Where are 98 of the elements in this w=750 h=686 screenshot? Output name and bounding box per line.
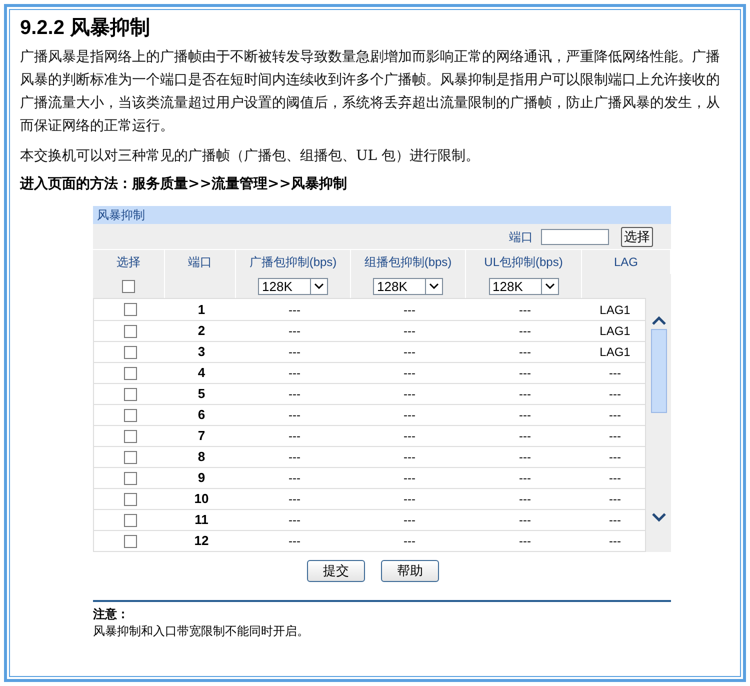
port-number: 4 <box>198 364 206 382</box>
rate-dropdown[interactable]: 128K <box>258 278 328 294</box>
checkbox[interactable] <box>124 492 136 506</box>
table-cell-text: --- <box>609 512 621 529</box>
port-label: 端口 <box>509 228 533 246</box>
table-cell-text: --- <box>519 344 531 361</box>
port-number: 11 <box>194 511 208 530</box>
table-cell-text: --- <box>519 407 531 424</box>
checkbox[interactable] <box>124 366 136 380</box>
column-header: 端口 <box>188 254 212 271</box>
select-button[interactable]: 选择 <box>621 226 653 246</box>
scroll-down-icon[interactable] <box>652 513 666 522</box>
table-cell-text: --- <box>288 491 300 508</box>
table-cell-text: --- <box>288 533 300 550</box>
table-cell-text: --- <box>288 470 300 487</box>
table-cell-text: --- <box>609 428 621 445</box>
table-cell-text: --- <box>288 428 300 445</box>
table-cell-text: --- <box>609 407 621 424</box>
port-number: 6 <box>198 406 206 424</box>
table-cell-text: --- <box>609 533 621 550</box>
table-cell-text: --- <box>519 428 531 445</box>
checkbox[interactable] <box>124 324 136 338</box>
table-cell-text: --- <box>609 365 621 382</box>
checkbox[interactable] <box>124 388 136 400</box>
section-heading: 9.2.2 风暴抑制 <box>20 16 152 41</box>
column-header: 广播包抑制(bps) <box>249 254 337 271</box>
table-cell-text: --- <box>519 470 531 487</box>
table-cell-text: --- <box>288 449 300 466</box>
table-cell-text: --- <box>404 323 416 340</box>
table-cell-text: --- <box>404 449 416 466</box>
table-cell-text: --- <box>404 512 416 529</box>
port-number: 3 <box>198 343 206 362</box>
checkbox[interactable] <box>124 534 136 548</box>
table-cell-text: --- <box>288 323 300 340</box>
navigation-path: 进入页面的方法：服务质量>>流量管理>>风暴抑制 <box>20 174 348 194</box>
table-cell-text: --- <box>288 365 300 382</box>
table-cell-text: --- <box>404 491 416 508</box>
table-cell-text: --- <box>404 428 416 445</box>
table-cell-text: --- <box>609 386 621 403</box>
table-cell-text: --- <box>404 533 416 550</box>
column-header: 选择 <box>116 254 140 271</box>
table-cell-text: --- <box>404 365 416 382</box>
table-cell-text: --- <box>609 470 621 487</box>
table-cell-text: LAG1 <box>600 344 630 361</box>
scrollbar-thumb[interactable] <box>650 329 666 413</box>
submit-button[interactable]: 提交 <box>307 560 365 582</box>
scrollbar[interactable] <box>646 298 671 552</box>
table-cell-text: --- <box>288 407 300 424</box>
table-cell-text: --- <box>519 302 531 318</box>
table-cell-text: --- <box>519 323 531 340</box>
table-cell-text: --- <box>609 449 621 466</box>
table-cell-text: LAG1 <box>600 302 630 318</box>
port-number: 1 <box>198 300 206 319</box>
column-header: UL包抑制(bps) <box>484 254 563 271</box>
table-cell-text: --- <box>404 302 416 318</box>
rate-dropdown[interactable]: 128K <box>488 278 558 294</box>
panel-title-bar: 风暴抑制 <box>93 206 671 224</box>
table-cell-text: --- <box>519 491 531 508</box>
table-cell-text: --- <box>288 512 300 529</box>
checkbox[interactable] <box>124 450 136 464</box>
port-number: 5 <box>198 385 206 404</box>
checkbox[interactable] <box>124 346 136 358</box>
note-title: 注意： <box>93 606 130 622</box>
table-cell-text: --- <box>519 449 531 466</box>
table-cell-text: --- <box>288 344 300 361</box>
table-cell-text: --- <box>609 491 621 508</box>
table-cell-text: LAG1 <box>600 323 630 340</box>
port-number: 8 <box>198 448 206 466</box>
column-header: 组播包抑制(bps) <box>364 254 452 271</box>
note-text: 风暴抑制和入口带宽限制不能同时开启。 <box>93 623 310 640</box>
checkbox[interactable] <box>124 408 136 422</box>
port-number: 2 <box>198 322 206 340</box>
table-cell-text: --- <box>404 407 416 424</box>
checkbox[interactable] <box>124 430 136 442</box>
table-cell-text: --- <box>519 365 531 382</box>
port-number: 12 <box>194 532 209 550</box>
checkbox[interactable] <box>124 514 136 526</box>
paragraph: 广播风暴是指网络上的广播帧由于不断被转发导致数量急剧增加而影响正常的网络通讯，严重降低网络性能。广播风暴的判断标准为一个端口是否在短时间内连续收到许多个广播帧。风暴抑制是指用户可以限制端口上允许接收的广播流量大小，当该类流量超过用户设置的阈值后，系统将丢弃超出流量限制的广播帧，防止广播风暴的发生，从而保证网络的正常运行。 <box>20 48 721 136</box>
table-cell-text: --- <box>404 470 416 487</box>
table-cell-text: --- <box>519 533 531 550</box>
rate-dropdown[interactable]: 128K <box>373 278 443 294</box>
table-cell-text: --- <box>288 386 300 403</box>
help-button[interactable]: 帮助 <box>381 560 439 582</box>
port-number: 10 <box>194 490 209 508</box>
port-input-field[interactable] <box>541 228 609 244</box>
table-cell-text: --- <box>288 302 300 318</box>
table-cell-text: --- <box>404 386 416 403</box>
scroll-up-icon[interactable] <box>652 316 666 325</box>
table-cell-text: --- <box>519 512 531 529</box>
checkbox[interactable] <box>122 280 135 292</box>
checkbox[interactable] <box>124 472 136 484</box>
table-cell-text: --- <box>519 386 531 403</box>
port-number: 7 <box>198 427 206 446</box>
paragraph: 本交换机可以对三种常见的广播帧（广播包、组播包、UL 包）进行限制。 <box>20 147 481 166</box>
table-cell-text: --- <box>404 344 416 361</box>
checkbox[interactable] <box>124 303 136 316</box>
port-number: 9 <box>198 469 206 488</box>
column-header: LAG <box>614 254 638 271</box>
